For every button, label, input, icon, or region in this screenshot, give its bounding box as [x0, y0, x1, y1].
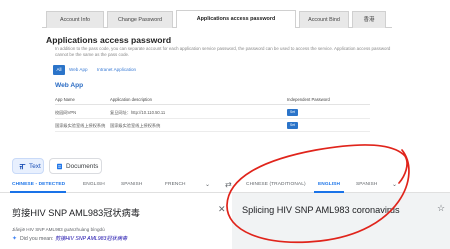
filter-intranet-button[interactable]: Intranet Application [97, 65, 136, 75]
text-mode-label: Text [29, 163, 41, 170]
app-name-cell: 校园网VPN [55, 110, 77, 115]
col-app-description: Application description [110, 97, 152, 102]
section-title: Applications access password [46, 35, 172, 45]
target-lang-spanish[interactable]: SPANISH [356, 182, 377, 187]
did-you-mean-suggestion[interactable]: 剪接HIV SNP AML983冠状病毒 [55, 236, 127, 242]
transliteration: Jiǎnjiē HIV SNP AML983 guānzhuàng bìngdú [12, 227, 105, 232]
target-lang-chinese-traditional[interactable]: CHINESE (TRADITIONAL) [246, 182, 306, 187]
chevron-down-icon[interactable]: ⌄ [205, 181, 210, 188]
section-description: In addition to the pass code, you can se… [55, 46, 391, 58]
translator-panel: Text Documents CHINESE - DETECTED ENGLIS… [0, 151, 450, 249]
chevron-down-icon[interactable]: ⌄ [392, 181, 397, 188]
sparkle-icon: ✦ [12, 236, 18, 242]
source-lang-french[interactable]: FRENCH [165, 182, 186, 187]
app-description-cell: 复旦网址：http://10.110.50.11 [110, 110, 166, 115]
tab-account-bind[interactable]: Account Bind [299, 11, 349, 28]
table-row: 国家级实验室线上授权系统 国家级实验室线上授权系统 Set [55, 120, 370, 132]
col-app-name: App Name [55, 97, 75, 102]
tab-hong-kong[interactable]: 香港 [352, 11, 386, 28]
close-icon[interactable]: ✕ [218, 204, 226, 215]
text-icon [19, 163, 26, 170]
col-independent-password: Independent Password [287, 97, 330, 102]
target-lang-english[interactable]: ENGLISH [318, 182, 340, 187]
account-settings-panel: Account Info Change Password Application… [0, 0, 450, 133]
app-description-cell: 国家级实验室线上授权系统 [110, 123, 161, 128]
app-name-cell: 国家级实验室线上授权系统 [55, 123, 106, 128]
translated-text: Splicing HIV SNP AML983 coronavirus [242, 205, 400, 215]
source-panel: 剪接HIV SNP AML983冠状病毒 ✕ Jiǎnjiē HIV SNP A… [0, 193, 232, 249]
source-lang-detected[interactable]: CHINESE - DETECTED [12, 182, 65, 187]
filter-web-app-button[interactable]: Web App [69, 65, 88, 75]
source-text-input[interactable]: 剪接HIV SNP AML983冠状病毒 [12, 205, 140, 219]
language-bar: CHINESE - DETECTED ENGLISH SPANISH FRENC… [0, 180, 450, 193]
web-app-title: Web App [55, 82, 84, 89]
screenshot-separator [0, 133, 450, 151]
set-password-button[interactable]: Set [287, 109, 298, 116]
tab-applications-access-password[interactable]: Applications access password [176, 10, 296, 28]
tab-account-info[interactable]: Account Info [46, 11, 104, 28]
tab-change-password[interactable]: Change Password [107, 11, 173, 28]
header-divider [55, 104, 370, 105]
documents-mode-label: Documents [66, 163, 99, 170]
documents-icon [57, 163, 62, 170]
filter-all-button[interactable]: All [53, 65, 65, 75]
swap-icon[interactable]: ⇄ [225, 180, 232, 189]
set-password-button[interactable]: Set [287, 122, 298, 129]
table-row: 校园网VPN 复旦网址：http://10.110.50.11 Set [55, 107, 370, 119]
page: Account Info Change Password Application… [0, 0, 450, 249]
target-panel: Splicing HIV SNP AML983 coronavirus ☆ [232, 193, 450, 249]
documents-mode-button[interactable]: Documents [49, 158, 102, 174]
text-mode-button[interactable]: Text [12, 158, 44, 174]
settings-tabs: Account Info Change Password Application… [42, 10, 392, 28]
source-lang-english[interactable]: ENGLISH [83, 182, 105, 187]
source-lang-spanish[interactable]: SPANISH [121, 182, 142, 187]
star-icon[interactable]: ☆ [437, 203, 445, 214]
did-you-mean-label: Did you mean: [20, 236, 54, 242]
did-you-mean: ✦ Did you mean: 剪接HIV SNP AML983冠状病毒 [12, 235, 127, 242]
